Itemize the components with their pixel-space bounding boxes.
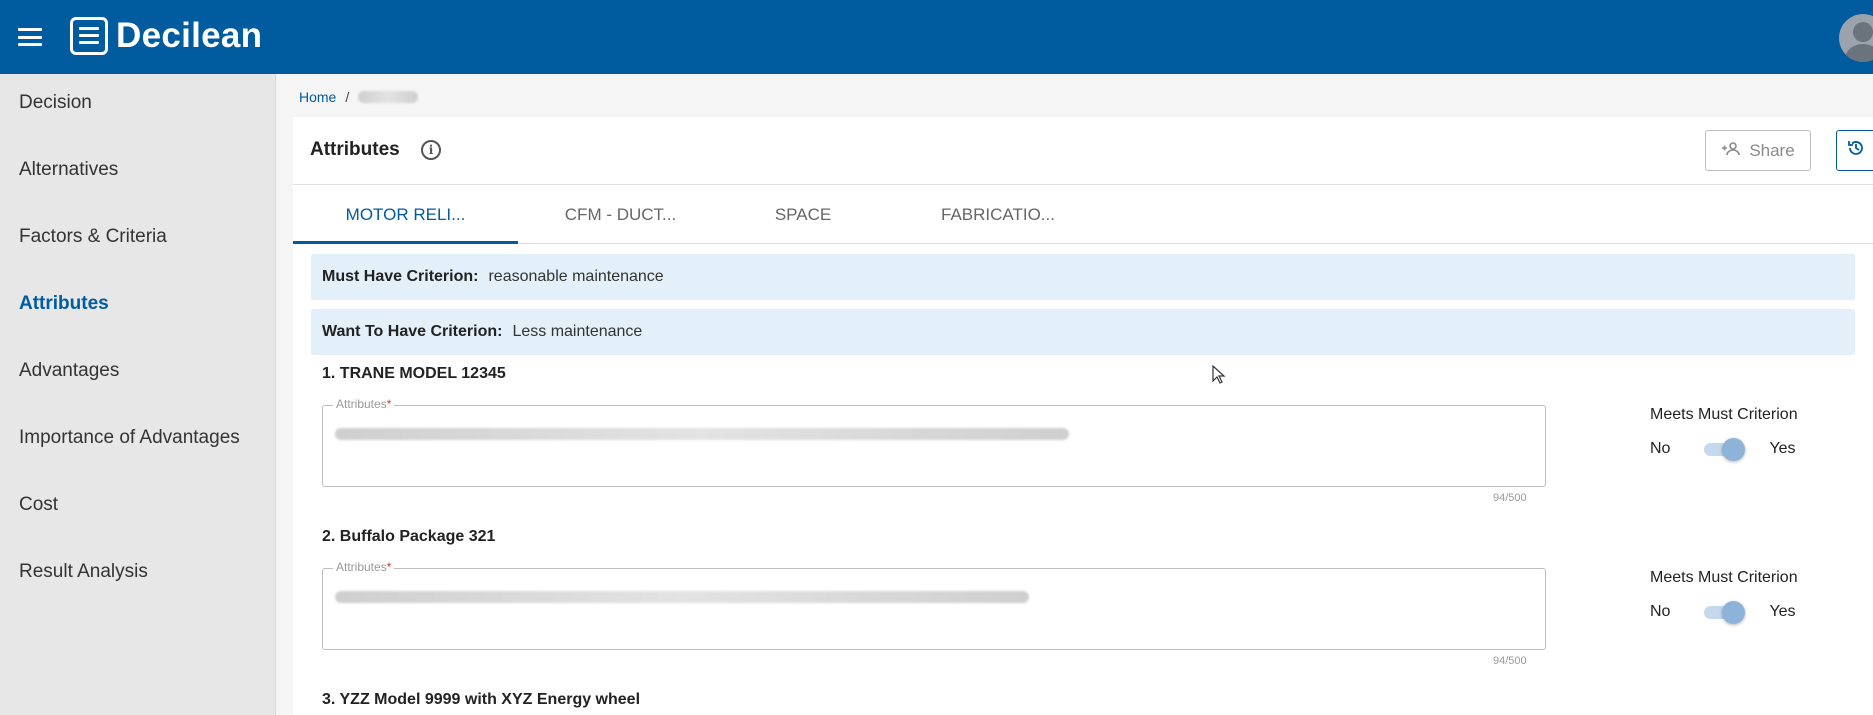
- sidebar-item-factors-criteria[interactable]: Factors & Criteria: [19, 226, 167, 248]
- mouse-cursor-icon: [1212, 365, 1226, 384]
- sidebar-item-decision[interactable]: Decision: [19, 92, 92, 114]
- meets-must-criterion-toggle-row: No Yes: [1650, 438, 1796, 461]
- alternative-title: 3. YZZ Model 9999 with XYZ Energy wheel: [322, 691, 641, 708]
- meets-must-criterion-switch[interactable]: [1704, 601, 1746, 624]
- criteria-tabs: MOTOR RELI... CFM - DUCT... SPACE FABRIC…: [293, 185, 1873, 244]
- want-to-have-criterion: Want To Have Criterion: Less maintenance: [311, 309, 1855, 355]
- attributes-text-redacted: [335, 428, 1069, 440]
- attributes-textarea[interactable]: Attributes*: [322, 560, 1546, 650]
- alternative-title: 1. TRANE MODEL 12345: [322, 365, 506, 382]
- sidebar-item-result-analysis[interactable]: Result Analysis: [19, 561, 148, 583]
- tab-space[interactable]: SPACE: [723, 185, 883, 244]
- character-counter: 94/500: [1493, 655, 1527, 667]
- toggle-no-label: No: [1650, 440, 1671, 457]
- want-to-have-label: Want To Have Criterion:: [322, 323, 503, 340]
- breadcrumb-current-redacted: [358, 91, 419, 103]
- toggle-no-label: No: [1650, 603, 1671, 620]
- attributes-textarea[interactable]: Attributes*: [322, 397, 1546, 487]
- meets-must-criterion-switch[interactable]: [1704, 438, 1746, 461]
- main-panel: Attributes i Share MOTOR RELI... CFM - D…: [293, 117, 1873, 715]
- user-avatar[interactable]: [1839, 14, 1873, 62]
- attributes-field-label: Attributes*: [333, 397, 395, 411]
- breadcrumb-home[interactable]: Home: [299, 89, 336, 105]
- app-name: Decilean: [116, 16, 263, 55]
- panel-header: Attributes i Share: [293, 117, 1873, 185]
- must-have-value: reasonable maintenance: [488, 268, 664, 285]
- logo-icon: [70, 17, 108, 55]
- character-counter: 94/500: [1493, 492, 1527, 504]
- sidebar-item-advantages[interactable]: Advantages: [19, 360, 119, 382]
- menu-icon[interactable]: [18, 28, 42, 46]
- tab-motor-reli[interactable]: MOTOR RELI...: [293, 185, 518, 244]
- must-have-criterion: Must Have Criterion: reasonable maintena…: [311, 254, 1855, 300]
- meets-must-criterion-toggle-row: No Yes: [1650, 601, 1796, 624]
- share-label: Share: [1749, 140, 1795, 160]
- sidebar: Decision Alternatives Factors & Criteria…: [0, 74, 276, 715]
- attributes-field-label: Attributes*: [333, 560, 395, 574]
- alternative-title: 2. Buffalo Package 321: [322, 528, 496, 545]
- history-icon: [1847, 139, 1865, 162]
- sidebar-item-alternatives[interactable]: Alternatives: [19, 159, 118, 181]
- meets-must-criterion-label: Meets Must Criterion: [1650, 569, 1798, 586]
- app-header: Decilean: [0, 0, 1873, 74]
- must-have-label: Must Have Criterion:: [322, 268, 479, 285]
- attributes-text-redacted: [335, 591, 1029, 603]
- share-button[interactable]: Share: [1705, 130, 1811, 171]
- want-to-have-value: Less maintenance: [512, 323, 643, 340]
- history-button[interactable]: [1836, 130, 1873, 171]
- sidebar-item-importance-of-advantages[interactable]: Importance of Advantages: [19, 427, 240, 449]
- info-icon[interactable]: i: [421, 140, 441, 160]
- app-logo[interactable]: Decilean: [70, 16, 262, 56]
- add-person-icon: [1721, 141, 1741, 160]
- tab-fabricatio[interactable]: FABRICATIO...: [883, 185, 1113, 244]
- breadcrumb-separator: /: [345, 89, 350, 105]
- toggle-yes-label: Yes: [1769, 440, 1796, 457]
- sidebar-item-attributes[interactable]: Attributes: [19, 293, 109, 315]
- sidebar-item-cost[interactable]: Cost: [19, 494, 58, 516]
- breadcrumb: Home /: [299, 89, 419, 105]
- toggle-yes-label: Yes: [1769, 603, 1796, 620]
- meets-must-criterion-label: Meets Must Criterion: [1650, 406, 1798, 423]
- page-title: Attributes: [310, 139, 400, 160]
- tab-cfm-duct[interactable]: CFM - DUCT...: [518, 185, 723, 244]
